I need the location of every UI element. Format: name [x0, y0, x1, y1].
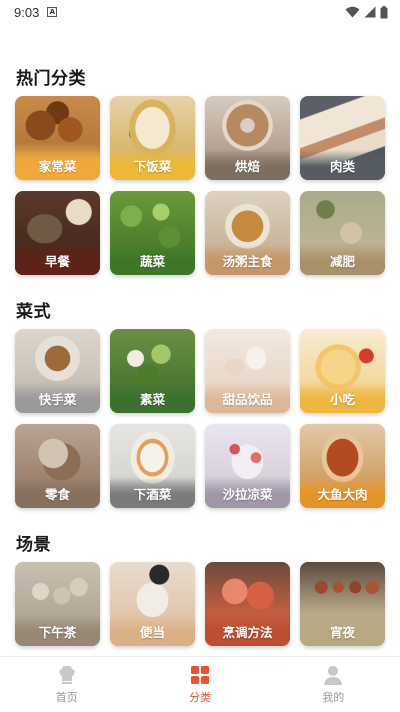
category-label: 沙拉凉菜 — [205, 478, 290, 508]
category-label: 快手菜 — [15, 383, 100, 413]
tab-category[interactable]: 分类 — [133, 657, 266, 712]
notification-a-icon: A — [47, 7, 58, 17]
category-card[interactable]: 肉类 — [300, 96, 385, 180]
category-label: 下酒菜 — [110, 478, 195, 508]
section-title-scene: 场景 — [16, 535, 51, 555]
category-card[interactable]: 快手菜 — [15, 329, 100, 413]
tab-mine[interactable]: 我的 — [267, 657, 400, 712]
category-label: 烹调方法 — [205, 616, 290, 646]
category-label: 下饭菜 — [110, 150, 195, 180]
battery-icon — [380, 5, 388, 18]
hot-category-grid: 家常菜 下饭菜 烘焙 肉类 早餐 蔬菜 汤粥主食 减肥 — [15, 96, 385, 275]
category-label: 小吃 — [300, 383, 385, 413]
wifi-icon — [345, 6, 360, 18]
category-label: 烘焙 — [205, 150, 290, 180]
status-time: 9:03 — [14, 4, 40, 20]
category-card[interactable]: 家常菜 — [15, 96, 100, 180]
cellular-signal-icon — [364, 6, 376, 18]
category-card[interactable]: 汤粥主食 — [205, 191, 290, 275]
category-label: 早餐 — [15, 245, 100, 275]
category-card[interactable]: 下午茶 — [15, 562, 100, 646]
category-card[interactable]: 下饭菜 — [110, 96, 195, 180]
section-title-hot: 热门分类 — [16, 69, 86, 89]
category-label: 减肥 — [300, 245, 385, 275]
category-label: 甜品饮品 — [205, 383, 290, 413]
category-card[interactable]: 零食 — [15, 424, 100, 508]
category-label: 便当 — [110, 616, 195, 646]
category-card[interactable]: 小吃 — [300, 329, 385, 413]
category-label: 宵夜 — [300, 616, 385, 646]
tab-home-label: 首页 — [55, 691, 78, 704]
category-card[interactable]: 减肥 — [300, 191, 385, 275]
category-label: 下午茶 — [15, 616, 100, 646]
category-card[interactable]: 素菜 — [110, 329, 195, 413]
chef-hat-icon — [58, 665, 75, 684]
category-label: 素菜 — [110, 383, 195, 413]
bottom-tab-bar: 首页 分类 我的 — [0, 656, 400, 712]
person-icon — [324, 666, 343, 685]
category-card[interactable]: 甜品饮品 — [205, 329, 290, 413]
category-card[interactable]: 烘焙 — [205, 96, 290, 180]
category-card[interactable]: 宵夜 — [300, 562, 385, 646]
category-label: 零食 — [15, 478, 100, 508]
category-card[interactable]: 沙拉凉菜 — [205, 424, 290, 508]
tab-category-label: 分类 — [188, 691, 211, 704]
category-card[interactable]: 烹调方法 — [205, 562, 290, 646]
category-label: 汤粥主食 — [205, 245, 290, 275]
category-card[interactable]: 大鱼大肉 — [300, 424, 385, 508]
dish-category-grid: 快手菜 素菜 甜品饮品 小吃 零食 下酒菜 沙拉凉菜 大鱼大肉 — [15, 329, 385, 508]
grid-icon — [190, 666, 209, 684]
tab-home[interactable]: 首页 — [0, 657, 133, 712]
status-indicators — [345, 5, 388, 19]
status-bar: 9:03 A — [0, 0, 400, 24]
category-card[interactable]: 下酒菜 — [110, 424, 195, 508]
category-label: 家常菜 — [15, 150, 100, 180]
category-content[interactable]: 热门分类 家常菜 下饭菜 烘焙 肉类 早餐 蔬菜 汤粥主食 减肥 菜式 快手菜 … — [0, 24, 400, 656]
category-label: 大鱼大肉 — [300, 478, 385, 508]
category-label: 蔬菜 — [110, 245, 195, 275]
tab-mine-label: 我的 — [322, 691, 345, 704]
scene-category-grid: 下午茶 便当 烹调方法 宵夜 — [15, 562, 385, 646]
category-card[interactable]: 便当 — [110, 562, 195, 646]
category-label: 肉类 — [300, 150, 385, 180]
section-title-dish: 菜式 — [16, 302, 51, 322]
category-card[interactable]: 蔬菜 — [110, 191, 195, 275]
category-card[interactable]: 早餐 — [15, 191, 100, 275]
